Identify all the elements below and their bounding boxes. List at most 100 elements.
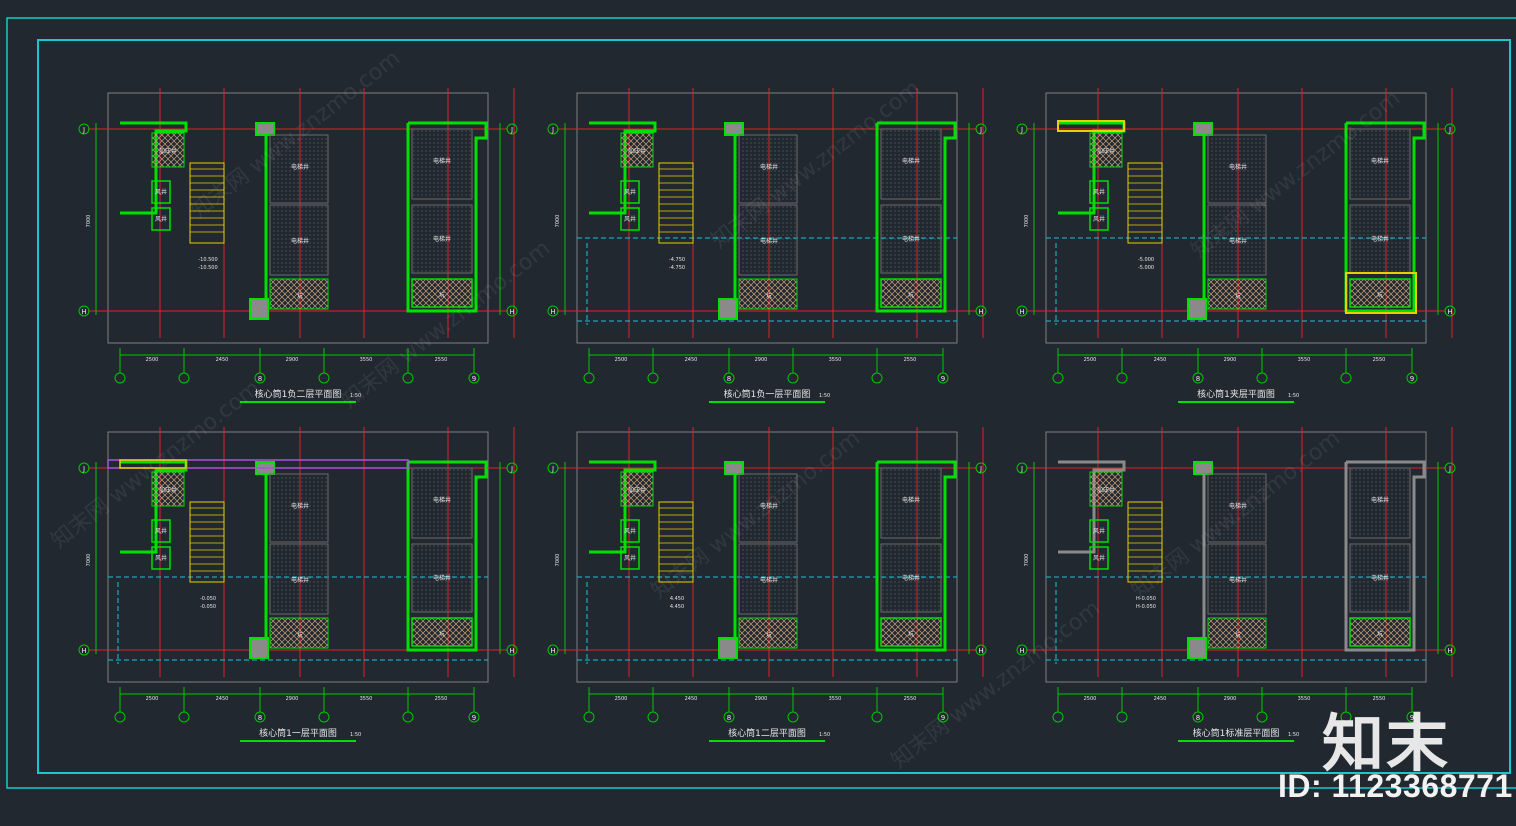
dim-text-vertical: 7000 bbox=[1024, 215, 1030, 228]
label-equipment: 加压井 bbox=[159, 486, 177, 494]
grid-bubble-label: J bbox=[510, 465, 513, 473]
grid-bubble-label: H bbox=[1019, 308, 1024, 316]
plan-title: 核心筒1夹层平面图 bbox=[1197, 388, 1275, 400]
plan-title: 核心筒1标准层平面图 bbox=[1193, 727, 1280, 739]
plan-title: 核心筒1负一层平面图 bbox=[724, 388, 811, 400]
label-pit: 坑 bbox=[439, 291, 445, 299]
dim-text-vertical: 7000 bbox=[86, 554, 92, 567]
label-equipment: 加压井 bbox=[628, 147, 646, 155]
grid-bubble-label: 8 bbox=[727, 714, 731, 722]
dim-text-bottom: 2900 bbox=[1224, 357, 1237, 363]
label-duct: 风井 bbox=[624, 527, 636, 535]
label-elevator: 电梯井 bbox=[902, 574, 920, 582]
grid-bubble-label: H bbox=[978, 647, 983, 655]
grid-bubble-label: H bbox=[81, 647, 86, 655]
label-duct: 风井 bbox=[624, 188, 636, 196]
label-elevator: 电梯井 bbox=[433, 157, 451, 165]
grid-bubble-label: 8 bbox=[1196, 714, 1200, 722]
grid-bubble-label: 9 bbox=[472, 375, 476, 383]
label-elevator: 电梯井 bbox=[433, 574, 451, 582]
dim-text-bottom: 3550 bbox=[1298, 357, 1311, 363]
label-duct: 风井 bbox=[155, 554, 167, 562]
label-elevator: 电梯井 bbox=[760, 576, 778, 584]
grid-bubble bbox=[787, 372, 799, 384]
dim-text-bottom: 3550 bbox=[360, 357, 373, 363]
grid-bubble bbox=[1116, 372, 1128, 384]
grid-bubble bbox=[402, 711, 414, 723]
column bbox=[249, 298, 269, 320]
grid-bubble-label: J bbox=[510, 126, 513, 134]
label-equipment: 加压井 bbox=[1097, 486, 1115, 494]
grid-bubble bbox=[647, 372, 659, 384]
plan-b1: 加压井风井风井-4.750-4.750电梯井电梯井坑电梯井电梯井坑JHJH700… bbox=[547, 88, 987, 403]
label-pit: 坑 bbox=[1235, 292, 1241, 300]
grid-bubble-label: J bbox=[1448, 465, 1451, 473]
grid-bubble-label: J bbox=[979, 126, 982, 134]
elevation-mark: 4.450 bbox=[670, 596, 684, 602]
label-duct: 风井 bbox=[624, 554, 636, 562]
grid-bubble-label: H bbox=[978, 308, 983, 316]
label-pit: 坑 bbox=[297, 631, 303, 639]
dim-text-bottom: 2550 bbox=[904, 696, 917, 702]
grid-bubble-label: H bbox=[81, 308, 86, 316]
grid-bubble-label: H bbox=[509, 308, 514, 316]
dim-text-bottom: 2500 bbox=[1084, 696, 1097, 702]
grid-bubble bbox=[1256, 711, 1268, 723]
label-elevator: 电梯井 bbox=[902, 496, 920, 504]
column bbox=[1187, 637, 1207, 659]
plan-scale: 1:50 bbox=[819, 732, 830, 738]
label-pit: 坑 bbox=[1377, 630, 1383, 638]
floor-plans: 加压井风井风井-10.500-10.500电梯井电梯井坑电梯井电梯井坑JHJH7… bbox=[78, 88, 1456, 742]
grid-bubble-label: J bbox=[551, 126, 554, 134]
dim-text-bottom: 2900 bbox=[286, 357, 299, 363]
dim-text-bottom: 2450 bbox=[1154, 696, 1167, 702]
grid-bubble-label: 8 bbox=[258, 375, 262, 383]
elevation-mark: -10.500 bbox=[198, 265, 217, 271]
grid-bubble bbox=[871, 711, 883, 723]
label-pit: 坑 bbox=[766, 631, 772, 639]
label-duct: 风井 bbox=[155, 188, 167, 196]
grid-bubble-label: 8 bbox=[1196, 375, 1200, 383]
watermark-id: ID: 1123368771 bbox=[1278, 768, 1513, 804]
plan-title: 核心筒1一层平面图 bbox=[259, 727, 337, 739]
label-duct: 风井 bbox=[1093, 215, 1105, 223]
grid-bubble-label: J bbox=[82, 465, 85, 473]
column bbox=[1193, 461, 1213, 475]
grid-bubble bbox=[402, 372, 414, 384]
plan-scale: 1:50 bbox=[819, 393, 830, 399]
label-elevator: 电梯井 bbox=[760, 163, 778, 171]
grid-bubble bbox=[583, 711, 595, 723]
grid-bubble bbox=[871, 372, 883, 384]
column bbox=[255, 122, 275, 136]
dim-text-bottom: 3550 bbox=[1298, 696, 1311, 702]
label-pit: 坑 bbox=[766, 292, 772, 300]
label-pit: 坑 bbox=[1235, 631, 1241, 639]
elevation-mark: -10.500 bbox=[198, 257, 217, 263]
label-pit: 坑 bbox=[1377, 291, 1383, 299]
column bbox=[1187, 298, 1207, 320]
dim-text-bottom: 2550 bbox=[435, 696, 448, 702]
label-duct: 风井 bbox=[1093, 188, 1105, 196]
label-duct: 风井 bbox=[155, 215, 167, 223]
grid-bubble-label: 9 bbox=[1410, 375, 1414, 383]
dim-text-bottom: 2500 bbox=[146, 357, 159, 363]
grid-bubble bbox=[1052, 372, 1064, 384]
grid-bubble bbox=[1340, 372, 1352, 384]
plan-title: 核心筒1负二层平面图 bbox=[255, 388, 342, 400]
label-elevator: 电梯井 bbox=[433, 235, 451, 243]
column bbox=[718, 637, 738, 659]
elevation-mark: -5.000 bbox=[1138, 265, 1154, 271]
label-elevator: 电梯井 bbox=[1229, 163, 1247, 171]
plan-title: 核心筒1二层平面图 bbox=[728, 727, 806, 739]
grid-bubble bbox=[1116, 711, 1128, 723]
dim-text-bottom: 3550 bbox=[829, 357, 842, 363]
label-equipment: 加压井 bbox=[628, 486, 646, 494]
grid-bubble-label: J bbox=[1020, 126, 1023, 134]
grid-bubble bbox=[1052, 711, 1064, 723]
grid-bubble bbox=[583, 372, 595, 384]
column bbox=[718, 298, 738, 320]
column bbox=[1193, 122, 1213, 136]
dim-text-bottom: 2500 bbox=[1084, 357, 1097, 363]
diagonal-watermarks: 知末网 www.znzmo.com 知末网 www.znzmo.com 知末网 ww… bbox=[47, 46, 1405, 774]
elevation-mark: -0.050 bbox=[200, 596, 216, 602]
